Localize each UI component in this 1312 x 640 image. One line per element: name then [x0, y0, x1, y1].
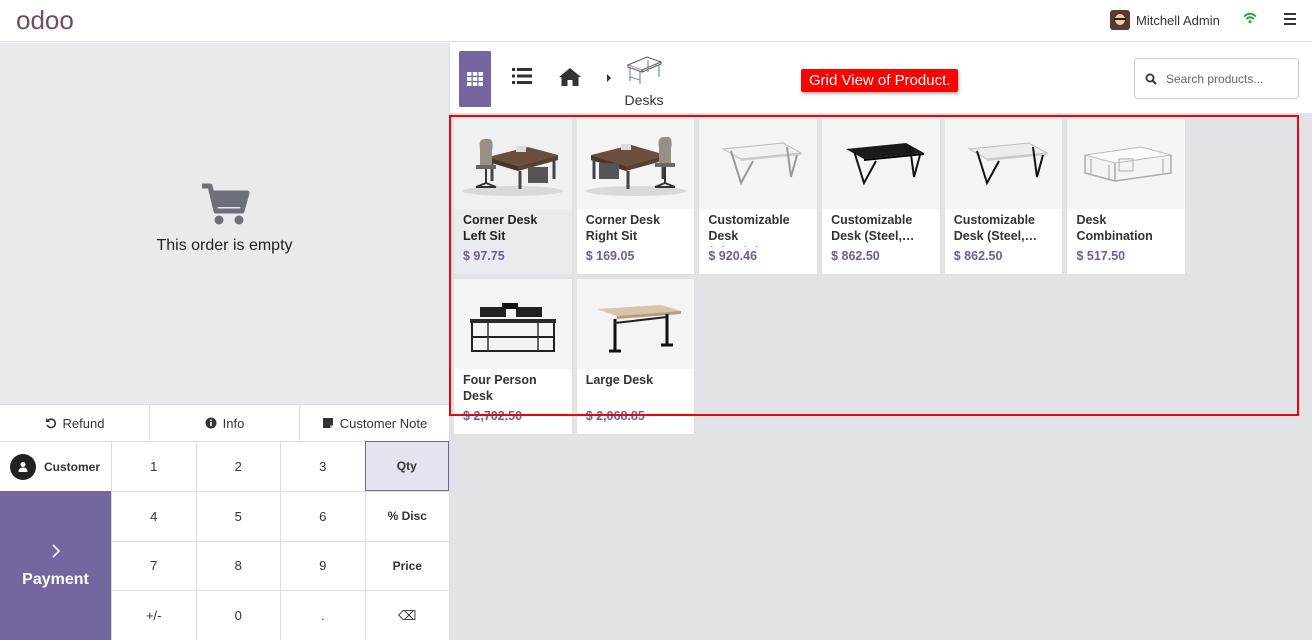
- product-image: [1067, 119, 1186, 209]
- key-3[interactable]: 3: [280, 441, 365, 491]
- empty-order: This order is empty: [0, 183, 449, 255]
- empty-order-text: This order is empty: [156, 237, 293, 254]
- key-2[interactable]: 2: [195, 441, 280, 491]
- user-icon: [10, 453, 36, 480]
- product-name: Desk Combination: [1076, 213, 1153, 243]
- refund-button[interactable]: Refund: [0, 405, 150, 441]
- odoo-logo[interactable]: odoo: [16, 5, 74, 36]
- home-icon[interactable]: [558, 67, 582, 87]
- grid-icon: [467, 72, 483, 86]
- product-card[interactable]: Customizable Desk (Steel,… $ 862.50: [821, 118, 941, 275]
- product-image: [576, 119, 695, 209]
- product-name: Four Person Desk: [463, 373, 537, 403]
- product-price: $ 862.50: [831, 249, 880, 263]
- search-input[interactable]: [1166, 71, 1291, 86]
- chevron-right-icon: [51, 543, 60, 558]
- numpad-area: Customer Payment 1 2 3 Qty 4 5 6 % Disc …: [0, 441, 449, 640]
- hamburger-menu-icon[interactable]: [1284, 13, 1296, 25]
- payment-button[interactable]: Payment: [0, 491, 111, 640]
- key-6[interactable]: 6: [280, 490, 365, 541]
- payment-label: Payment: [22, 570, 89, 588]
- refund-label: Refund: [62, 415, 105, 431]
- product-price: $ 862.50: [953, 249, 1003, 263]
- key-5[interactable]: 5: [195, 490, 280, 541]
- search-box[interactable]: [1134, 58, 1299, 99]
- product-name: Large Desk: [585, 373, 654, 387]
- key-4[interactable]: 4: [111, 490, 196, 541]
- product-pane: Desks Grid View of Product. Search produ…: [449, 43, 1312, 640]
- breadcrumb-separator-icon: [607, 74, 611, 82]
- product-image: [454, 279, 572, 369]
- info-label: Info: [222, 415, 245, 431]
- product-card[interactable]: Customizable Desk (Steel,… $ 862.50: [943, 118, 1064, 275]
- cart-icon: [201, 183, 249, 225]
- product-price: $ 517.50: [1076, 249, 1126, 263]
- product-name: Customizable Desk (Steel,…: [831, 213, 915, 243]
- wifi-icon[interactable]: [1243, 12, 1257, 24]
- customer-note-button[interactable]: Customer Note: [300, 405, 449, 441]
- product-card[interactable]: Corner Desk Left Sit $ 97.75: [453, 118, 573, 275]
- grid-view-button[interactable]: [459, 51, 491, 107]
- customer-button[interactable]: Customer: [0, 441, 111, 491]
- product-image: [576, 279, 695, 369]
- annotation-label: Grid View of Product.: [801, 69, 959, 92]
- price-mode-button[interactable]: Price: [364, 540, 449, 591]
- product-card[interactable]: Customizable Desk (Aluminiu… $ 920.46: [698, 118, 819, 275]
- backspace-key[interactable]: ⌫: [364, 590, 449, 640]
- product-name: Customizable Desk (Steel,…: [953, 213, 1038, 243]
- order-actions: Refund Info Customer Note: [0, 404, 449, 441]
- plus-minus-key[interactable]: +/-: [111, 590, 196, 640]
- product-price: $ 920.46: [708, 249, 758, 263]
- category-desks-label: Desks: [624, 92, 664, 108]
- note-icon: [322, 418, 333, 428]
- undo-icon: [45, 418, 56, 429]
- customer-label: Customer: [44, 459, 101, 474]
- search-icon: [1145, 73, 1157, 85]
- key-1[interactable]: 1: [111, 441, 196, 491]
- qty-mode-button[interactable]: Qty: [364, 441, 449, 491]
- key-9[interactable]: 9: [280, 540, 365, 591]
- product-image: [822, 119, 940, 209]
- product-price: $ 169.05: [585, 249, 635, 263]
- avatar: [1110, 10, 1130, 30]
- key-8[interactable]: 8: [195, 540, 280, 591]
- category-desks[interactable]: Desks: [622, 53, 666, 108]
- product-card[interactable]: Four Person Desk $ 2,702.50: [453, 278, 573, 435]
- key-7[interactable]: 7: [111, 540, 196, 591]
- product-name: Corner Desk Right Sit: [585, 213, 661, 243]
- desk-category-icon: [626, 56, 663, 84]
- info-icon: [205, 417, 217, 429]
- customer-note-label: Customer Note: [339, 415, 428, 431]
- order-pane: This order is empty Refund Info Customer…: [0, 43, 449, 640]
- product-price: $ 97.75: [463, 249, 505, 263]
- key-0[interactable]: 0: [195, 590, 280, 640]
- user-name: Mitchell Admin: [1136, 12, 1220, 28]
- product-name: Customizable Desk (Aluminiu…: [708, 213, 790, 247]
- user-menu[interactable]: Mitchell Admin: [1110, 10, 1220, 30]
- product-price: $ 2,702.50: [463, 409, 523, 423]
- list-view-icon[interactable]: [512, 68, 532, 84]
- decimal-key[interactable]: .: [280, 590, 365, 640]
- product-image: [699, 119, 818, 209]
- product-card[interactable]: Corner Desk Right Sit $ 169.05: [575, 118, 696, 275]
- product-card[interactable]: Large Desk $ 2,068.85: [575, 278, 696, 435]
- product-image: [944, 119, 1063, 209]
- product-price: $ 2,068.85: [585, 409, 645, 423]
- numpad-keys: 1 2 3 Qty 4 5 6 % Disc 7 8 9 Price +/- 0…: [111, 441, 449, 640]
- info-button[interactable]: Info: [150, 405, 300, 441]
- product-grid: Corner Desk Left Sit $ 97.75 Corner Desk…: [453, 118, 1308, 435]
- category-bar: Desks Grid View of Product.: [450, 43, 1312, 113]
- product-name: Corner Desk Left Sit: [463, 213, 538, 243]
- top-bar: odoo Mitchell Admin: [0, 0, 1312, 42]
- product-image: [454, 119, 572, 209]
- disc-mode-button[interactable]: % Disc: [364, 490, 449, 541]
- product-card[interactable]: Desk Combination $ 517.50: [1066, 118, 1187, 275]
